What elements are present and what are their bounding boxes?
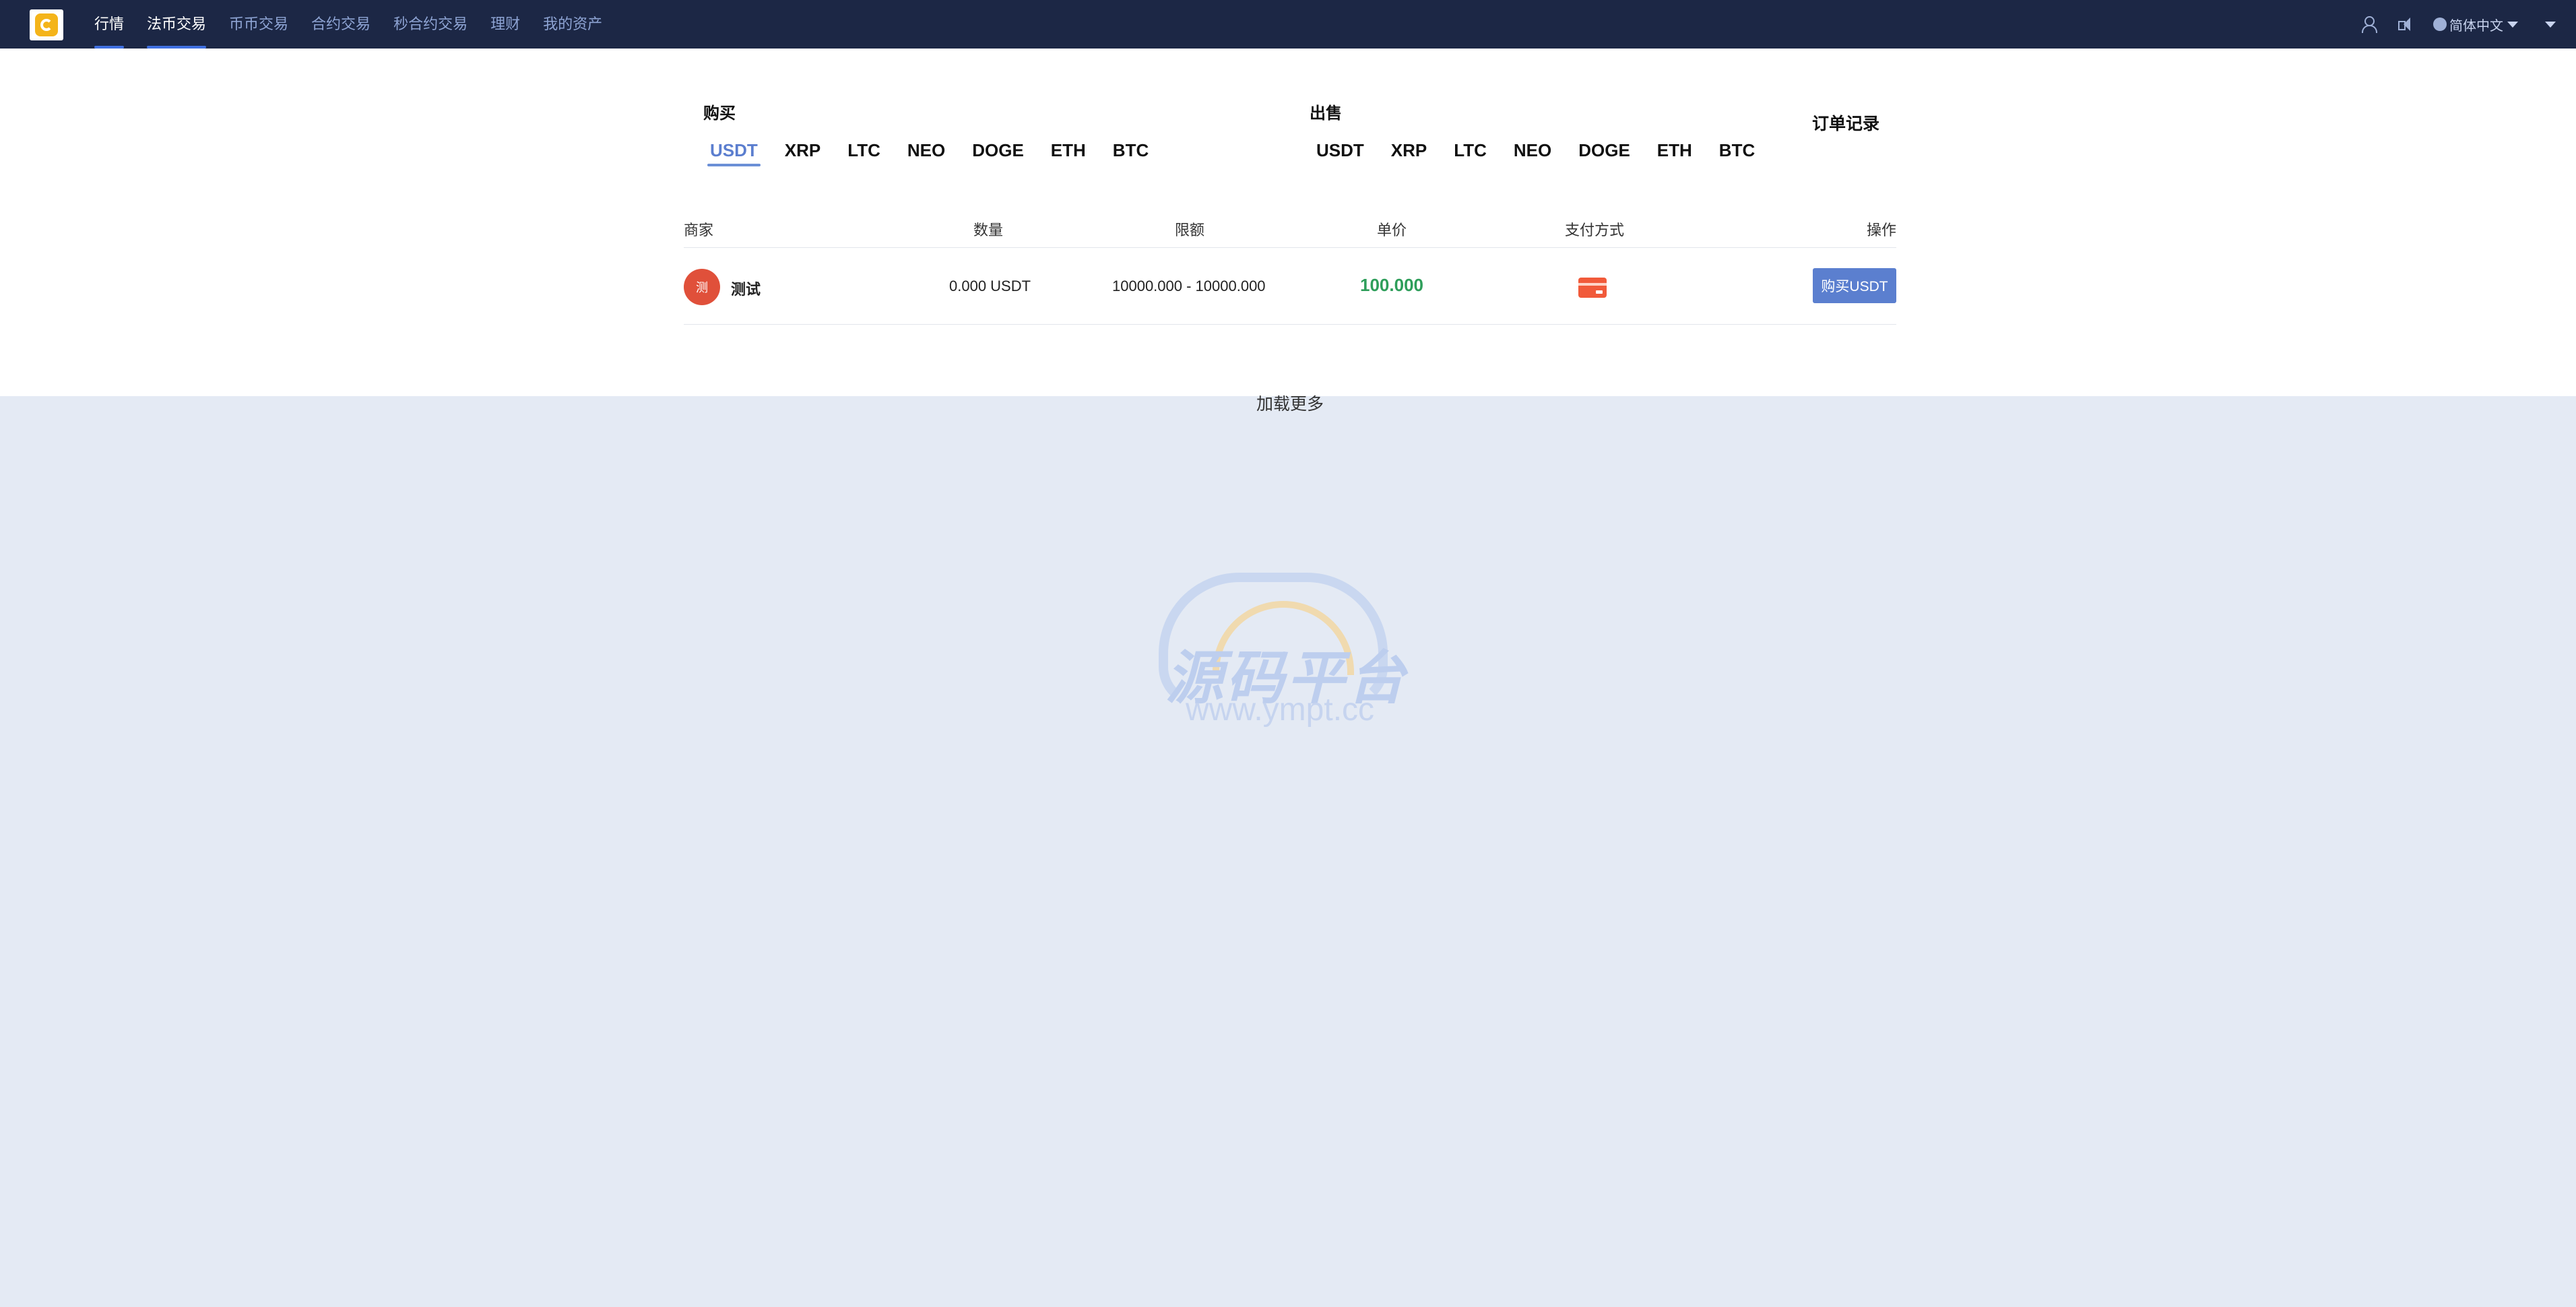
nav-contract-trade[interactable]: 合约交易 (311, 0, 371, 49)
nav-right-tools: 简体中文 (2360, 0, 2556, 49)
buy-tab-usdt[interactable]: USDT (707, 140, 761, 166)
col-price: 单价 (1377, 222, 1407, 238)
buy-tab-xrp[interactable]: XRP (785, 140, 820, 166)
watermark: 源码平台 www.ympt.cc (1138, 566, 1435, 734)
buy-coin-tabs: USDT XRP LTC NEO DOGE ETH BTC (707, 140, 1176, 166)
user-icon[interactable] (2360, 15, 2377, 33)
nav-spot-trade[interactable]: 币币交易 (229, 0, 288, 49)
sell-coin-tabs: USDT XRP LTC NEO DOGE ETH BTC (1316, 140, 1782, 166)
sell-tab-eth[interactable]: ETH (1657, 140, 1692, 166)
nav-finance[interactable]: 理财 (490, 0, 520, 49)
fiat-trade-panel: 购买 USDT XRP LTC NEO DOGE ETH BTC 出售 USDT… (0, 49, 2576, 414)
merchant-name: 测试 (731, 281, 761, 298)
nav-market[interactable]: 行情 (94, 0, 125, 49)
buy-tab-eth[interactable]: ETH (1051, 140, 1086, 166)
buy-tab-btc[interactable]: BTC (1113, 140, 1149, 166)
sell-tab-doge[interactable]: DOGE (1578, 140, 1630, 166)
price-value: 100.000 (1360, 275, 1423, 295)
sell-tab-neo[interactable]: NEO (1514, 140, 1551, 166)
bank-card-icon (1578, 278, 1607, 298)
brand-logo[interactable] (30, 9, 63, 40)
avatar: 测 (684, 269, 720, 305)
table-row: 测 测试 0.000 USDT 10000.000 - 10000.000 10… (684, 248, 1896, 325)
quantity-value: 0.000 USDT (949, 278, 1031, 294)
sell-tab-ltc[interactable]: LTC (1454, 140, 1487, 166)
limit-value: 10000.000 - 10000.000 (1112, 278, 1266, 294)
sound-icon[interactable] (2397, 16, 2414, 32)
load-more-link[interactable]: 加载更多 (0, 391, 2576, 415)
buy-tab-doge[interactable]: DOGE (972, 140, 1024, 166)
buy-section-title: 购买 (703, 104, 736, 123)
watermark-url: www.ympt.cc (1186, 692, 1375, 728)
logo-icon (35, 13, 58, 36)
buy-usdt-button[interactable]: 购买USDT (1813, 268, 1896, 303)
nav-fiat-trade[interactable]: 法币交易 (147, 0, 207, 49)
buy-tab-neo[interactable]: NEO (907, 140, 945, 166)
nav-my-assets[interactable]: 我的资产 (543, 0, 602, 49)
nav-second-contract[interactable]: 秒合约交易 (393, 0, 468, 49)
language-selector[interactable]: 简体中文 (2449, 15, 2503, 34)
sell-tab-xrp[interactable]: XRP (1391, 140, 1427, 166)
top-navbar: 行情 法币交易 币币交易 合约交易 秒合约交易 理财 我的资产 简体中文 (0, 0, 2576, 49)
sell-tab-usdt[interactable]: USDT (1316, 140, 1364, 166)
sell-section-title: 出售 (1310, 104, 1342, 123)
main-nav: 行情 法币交易 币币交易 合约交易 秒合约交易 理财 我的资产 (94, 0, 625, 49)
col-limit: 限额 (1175, 222, 1205, 238)
col-payment: 支付方式 (1565, 222, 1625, 238)
table-header: 商家 数量 限额 单价 支付方式 操作 (684, 218, 1896, 248)
sell-tab-btc[interactable]: BTC (1719, 140, 1755, 166)
globe-icon (2433, 18, 2447, 31)
col-action: 操作 (1867, 222, 1897, 238)
col-quantity: 数量 (973, 222, 1004, 238)
buy-tab-ltc[interactable]: LTC (847, 140, 880, 166)
col-merchant: 商家 (684, 222, 714, 238)
offers-table: 商家 数量 限额 单价 支付方式 操作 测 测试 0.000 USDT 1000… (684, 218, 1896, 325)
chevron-down-icon[interactable] (2507, 21, 2518, 28)
menu-dropdown-icon[interactable] (2545, 21, 2556, 28)
order-record-link[interactable]: 订单记录 (1812, 110, 1879, 135)
